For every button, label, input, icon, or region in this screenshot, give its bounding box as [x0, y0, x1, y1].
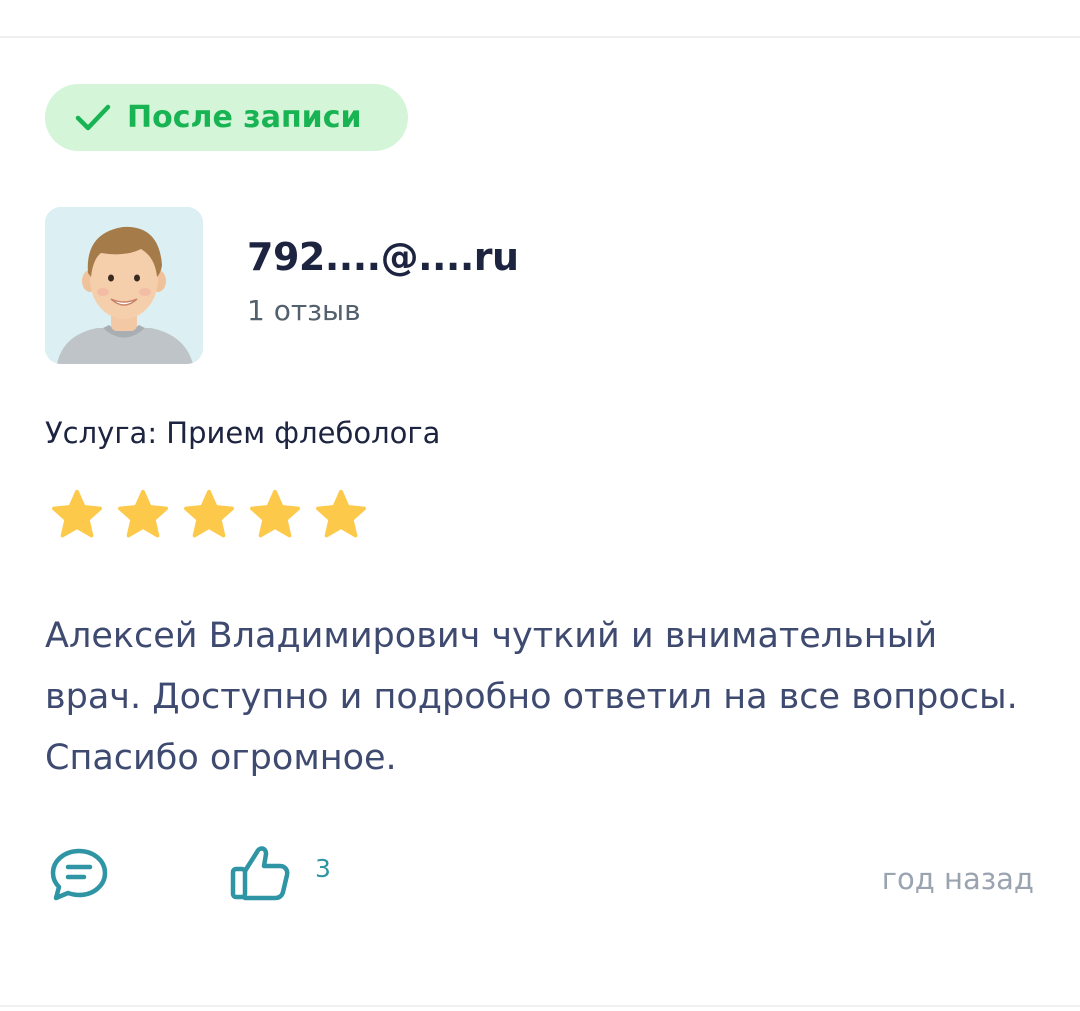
- star-icon: [181, 488, 237, 542]
- review-text: Алексей Владимирович чуткий и внимательн…: [45, 616, 1018, 778]
- comment-button[interactable]: [48, 846, 110, 902]
- star-icon: [49, 488, 105, 542]
- after-visit-badge: После записи: [45, 84, 408, 151]
- like-count: 3: [315, 854, 331, 883]
- service-label: Услуга: Прием флеболога: [45, 416, 441, 450]
- author-review-count: 1 отзыв: [247, 294, 361, 327]
- rating-stars: [49, 488, 369, 542]
- comment-icon: [48, 846, 110, 902]
- star-icon: [313, 488, 369, 542]
- star-icon: [247, 488, 303, 542]
- thumbs-up-icon: [229, 842, 291, 902]
- user-avatar[interactable]: [45, 207, 203, 364]
- badge-label: После записи: [127, 99, 362, 135]
- check-icon: [75, 104, 111, 132]
- bottom-divider: [0, 1005, 1080, 1007]
- author-name[interactable]: 792....@....ru: [247, 236, 519, 279]
- top-divider: [0, 36, 1080, 38]
- review-timestamp: год назад: [881, 862, 1034, 896]
- star-icon: [115, 488, 171, 542]
- like-button[interactable]: [229, 842, 291, 902]
